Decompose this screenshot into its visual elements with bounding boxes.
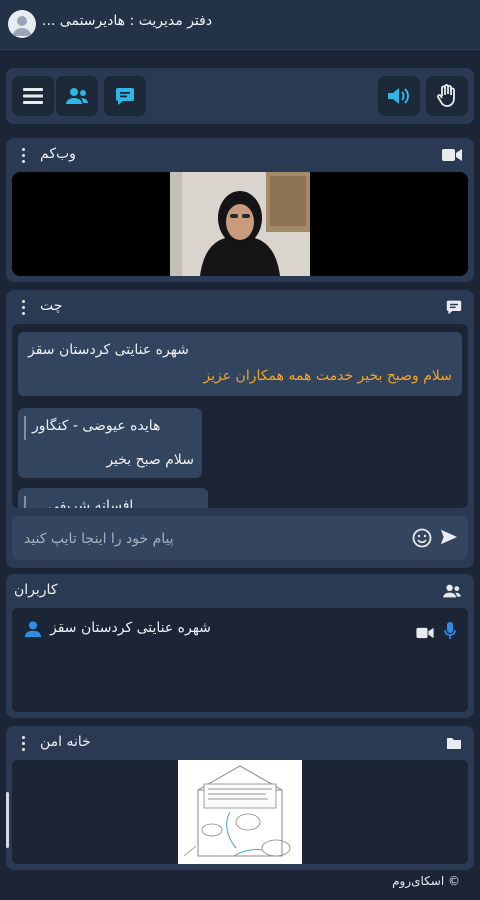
users-icon — [442, 583, 462, 603]
reply-indicator — [24, 416, 26, 440]
volume-button[interactable] — [378, 76, 420, 116]
chat-message: شهره عنایتی کردستان سقز سلام وصبح بخیر خ… — [18, 332, 462, 396]
chat-title: چت — [40, 298, 63, 314]
toolbar — [6, 68, 474, 124]
whiteboard-options-icon[interactable] — [22, 736, 26, 752]
scrollbar[interactable] — [6, 792, 9, 848]
avatar[interactable] — [8, 10, 36, 38]
chat-options-icon[interactable] — [22, 300, 26, 316]
message-text: سلام وصبح بخیر خدمت همه همکاران عزیز — [203, 368, 452, 384]
chat-panel: چت شهره عنایتی کردستان سقز سلام وصبح بخی… — [6, 290, 474, 568]
send-icon — [440, 529, 458, 545]
footer-copyright: © اسکای‌روم — [392, 874, 460, 888]
raise-hand-icon — [437, 84, 455, 107]
webcam-options-icon[interactable] — [22, 148, 26, 164]
users-title: کاربران — [14, 582, 58, 598]
users-button[interactable] — [56, 76, 98, 116]
emoji-icon — [412, 528, 432, 548]
shared-document-image — [178, 760, 302, 864]
chat-message-list[interactable]: شهره عنایتی کردستان سقز سلام وصبح بخیر خ… — [12, 324, 468, 508]
raise-hand-button[interactable] — [426, 76, 468, 116]
webcam-header: وب‌کم — [6, 138, 474, 172]
message-sender: افسانه شریفی — [48, 498, 134, 508]
send-button[interactable] — [440, 528, 458, 550]
users-header: کاربران — [6, 574, 474, 608]
video-camera-icon — [442, 147, 462, 166]
user-row[interactable]: شهره عنایتی کردستان سقز — [20, 616, 460, 646]
users-list: شهره عنایتی کردستان سقز — [12, 608, 468, 712]
menu-icon — [23, 88, 43, 104]
webcam-video[interactable] — [12, 172, 468, 276]
emoji-button[interactable] — [412, 528, 432, 552]
chat-input-row — [12, 516, 468, 560]
chat-icon — [116, 88, 134, 105]
chat-header: چت — [6, 290, 474, 324]
message-sender: هایده عیوضی - کنگاور — [32, 418, 161, 434]
menu-button[interactable] — [12, 76, 54, 116]
message-text: سلام صبح بخیر — [106, 452, 194, 468]
user-name: شهره عنایتی کردستان سقز — [50, 620, 211, 636]
chat-message-input[interactable] — [22, 526, 386, 552]
users-panel: کاربران شهره عنایتی کردستان سقز — [6, 574, 474, 718]
whiteboard-title: خانه امن — [40, 734, 91, 750]
top-bar: دفتر مدیریت : هادیرستمی ... — [0, 0, 480, 50]
webcam-title: وب‌کم — [40, 146, 76, 162]
chat-bubble-icon — [446, 299, 462, 319]
user-camera-icon — [416, 624, 434, 643]
message-sender: شهره عنایتی کردستان سقز — [28, 342, 189, 358]
page-title: دفتر مدیریت : هادیرستمی ... — [42, 13, 213, 29]
user-microphone-icon — [444, 622, 456, 644]
users-icon — [66, 88, 88, 104]
volume-icon — [388, 88, 409, 104]
whiteboard-area[interactable] — [12, 760, 468, 864]
webcam-panel: وب‌کم — [6, 138, 474, 282]
folder-icon — [446, 735, 462, 755]
reply-indicator — [24, 496, 26, 508]
whiteboard-panel: خانه امن — [6, 726, 474, 870]
webcam-feed-image — [170, 172, 310, 276]
user-avatar-icon — [12, 16, 32, 36]
chat-message: هایده عیوضی - کنگاور سلام صبح بخیر — [18, 408, 202, 478]
user-icon — [24, 620, 42, 642]
whiteboard-header: خانه امن — [6, 726, 474, 760]
chat-button[interactable] — [104, 76, 146, 116]
chat-message: افسانه شریفی — [18, 488, 208, 508]
